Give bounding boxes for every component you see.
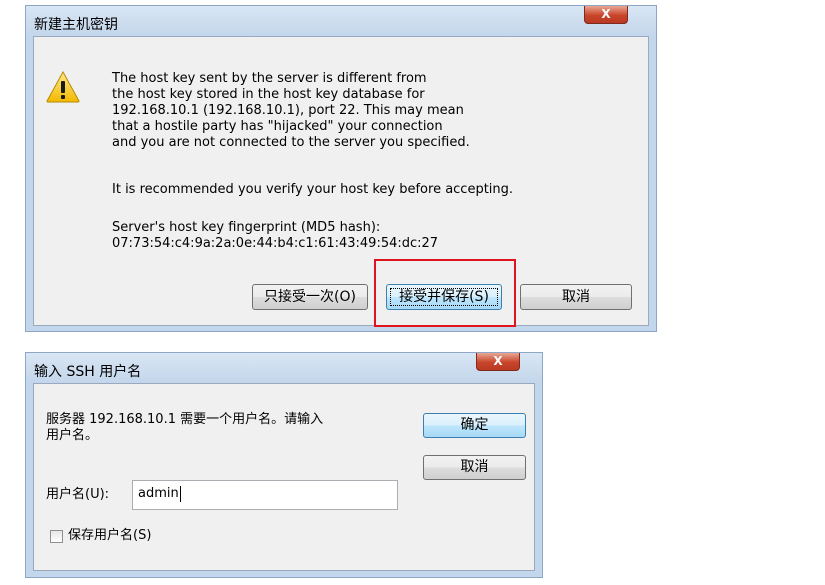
host-key-dialog: 新建主机密钥 X The host key sent by the server… [25, 5, 657, 332]
cancel-label: 取消 [562, 289, 590, 305]
close-icon: X [601, 7, 611, 21]
ssh-username-dialog-body: 服务器 192.168.10.1 需要一个用户名。请输入 用户名。 确定 取消 … [33, 383, 535, 571]
close-button[interactable]: X [584, 6, 628, 24]
username-value: admin [138, 486, 179, 501]
save-username-label[interactable]: 保存用户名(S) [68, 528, 151, 544]
ssh-username-dialog: 输入 SSH 用户名 X 服务器 192.168.10.1 需要一个用户名。请输… [25, 352, 543, 578]
save-username-checkbox[interactable] [50, 530, 63, 543]
message-line: the host key stored in the host key data… [112, 87, 425, 102]
ssh-username-dialog-title: 输入 SSH 用户名 [34, 364, 142, 380]
message-line: 192.168.10.1 (192.168.10.1), port 22. Th… [112, 103, 464, 118]
message-line: The host key sent by the server is diffe… [112, 71, 427, 86]
message-line: that a hostile party has "hijacked" your… [112, 119, 443, 134]
recommendation-text: It is recommended you verify your host k… [112, 182, 514, 197]
text-caret [179, 485, 181, 502]
prompt-line: 用户名。 [46, 428, 99, 443]
close-button[interactable]: X [476, 353, 520, 371]
host-key-dialog-body: The host key sent by the server is diffe… [33, 36, 649, 326]
host-key-message: The host key sent by the server is diffe… [112, 71, 470, 151]
close-icon: X [493, 354, 503, 368]
ok-button[interactable]: 确定 [423, 413, 526, 438]
cancel-button[interactable]: 取消 [520, 284, 632, 310]
fingerprint-label: Server's host key fingerprint (MD5 hash)… [112, 220, 381, 235]
accept-once-button[interactable]: 只接受一次(O) [252, 284, 368, 310]
host-key-titlebar[interactable]: 新建主机密钥 X [26, 6, 656, 36]
highlight-box [374, 259, 516, 327]
cancel-button[interactable]: 取消 [423, 455, 526, 480]
prompt-line: 服务器 192.168.10.1 需要一个用户名。请输入 [46, 412, 324, 427]
cancel-label: 取消 [460, 459, 489, 475]
warning-icon [46, 71, 80, 103]
accept-once-label: 只接受一次(O) [264, 289, 356, 305]
ssh-username-titlebar[interactable]: 输入 SSH 用户名 X [26, 353, 542, 383]
fingerprint-value: 07:73:54:c4:9a:2a:0e:44:b4:c1:61:43:49:5… [112, 236, 439, 251]
message-line: and you are not connected to the server … [112, 135, 470, 150]
username-label: 用户名(U): [46, 487, 110, 502]
username-input[interactable]: admin [132, 480, 398, 510]
username-prompt: 服务器 192.168.10.1 需要一个用户名。请输入 用户名。 [46, 412, 323, 444]
host-key-dialog-title: 新建主机密钥 [34, 17, 118, 33]
ok-label: 确定 [460, 417, 489, 433]
